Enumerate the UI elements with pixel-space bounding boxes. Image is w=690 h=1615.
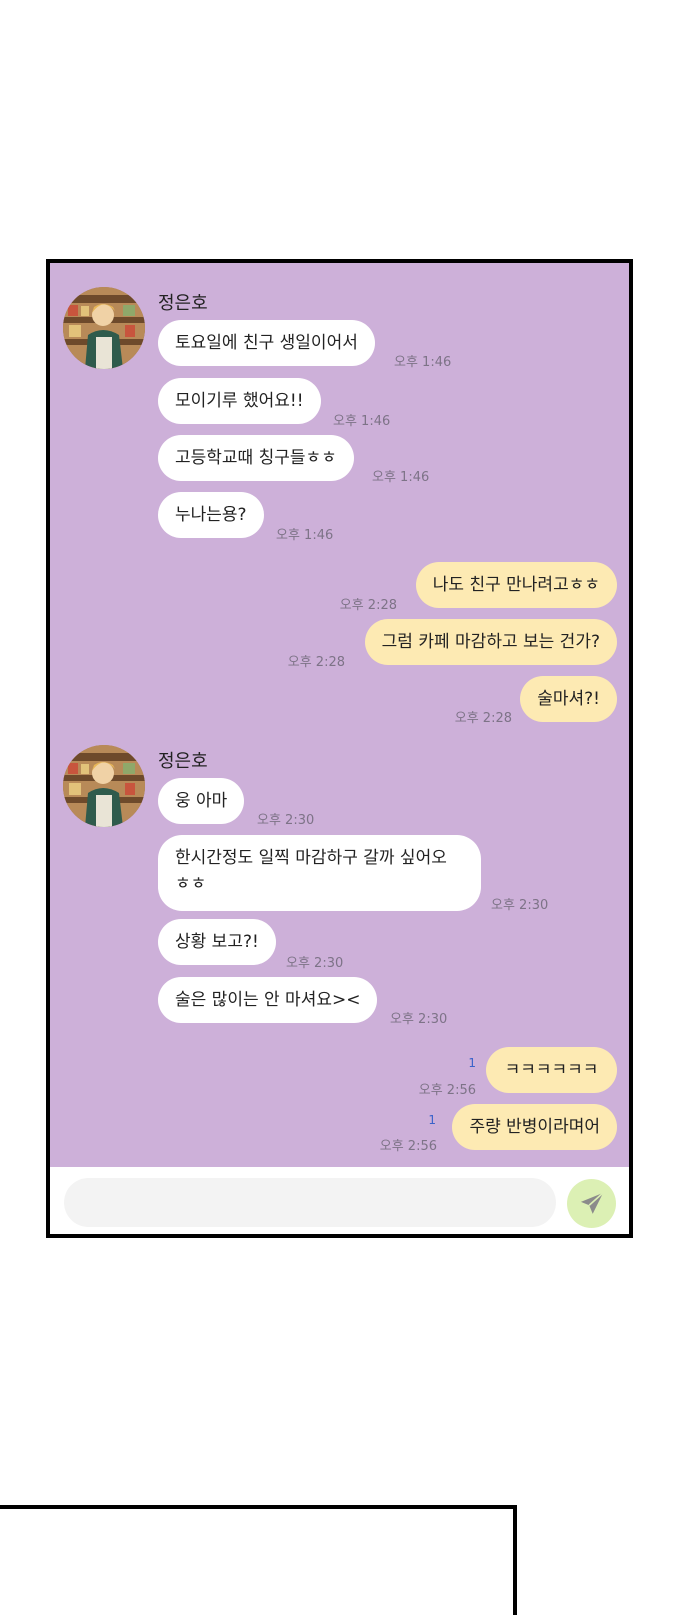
avatar-image (63, 745, 145, 827)
message-time: 오후 2:30 (286, 956, 344, 971)
next-comic-panel (0, 1505, 517, 1615)
contact-avatar[interactable] (63, 745, 145, 827)
unread-count: 1 (428, 1113, 436, 1127)
send-button[interactable] (567, 1179, 616, 1228)
my-message-bubble[interactable]: 술마셔?! (520, 676, 617, 722)
message-time: 오후 2:28 (454, 711, 512, 726)
message-bubble[interactable]: 술은 많이는 안 마셔요>< (158, 977, 378, 1023)
message-time: 오후 2:30 (390, 1012, 448, 1027)
message-time: 오후 1:46 (276, 528, 334, 543)
message-bubble[interactable]: 상황 보고?! (158, 919, 276, 965)
message-input-bar (50, 1167, 629, 1234)
chat-window: 정은호 토요일에 친구 생일이어서 오후 1:46 모이기루 했어요!! 오후 … (46, 259, 633, 1238)
message-time: 오후 2:56 (418, 1083, 476, 1098)
message-time: 오후 1:46 (333, 414, 391, 429)
message-time: 오후 1:46 (394, 355, 452, 370)
my-message-bubble[interactable]: ㅋㅋㅋㅋㅋㅋ (486, 1047, 617, 1093)
message-time: 오후 2:30 (491, 898, 549, 913)
contact-avatar[interactable] (63, 287, 145, 369)
sender-name: 정은호 (158, 293, 208, 314)
message-bubble[interactable]: 웅 아마 (158, 778, 245, 824)
message-bubble[interactable]: 누나는용? (158, 492, 264, 538)
sender-name: 정은호 (158, 751, 208, 772)
my-message-bubble[interactable]: 나도 친구 만나려고ㅎㅎ (415, 562, 617, 608)
message-time: 오후 2:28 (287, 655, 345, 670)
send-icon (580, 1191, 604, 1214)
my-message-bubble[interactable]: 주량 반병이라며어 (452, 1104, 617, 1150)
unread-count: 1 (468, 1056, 476, 1070)
message-input[interactable] (64, 1178, 556, 1227)
avatar-image (63, 287, 145, 369)
message-list[interactable]: 정은호 토요일에 친구 생일이어서 오후 1:46 모이기루 했어요!! 오후 … (50, 263, 629, 1167)
message-bubble[interactable]: 모이기루 했어요!! (158, 378, 321, 424)
message-bubble[interactable]: 토요일에 친구 생일이어서 (158, 320, 375, 366)
message-time: 오후 2:56 (379, 1139, 437, 1154)
my-message-bubble[interactable]: 그럼 카페 마감하고 보는 건가? (364, 619, 617, 665)
message-time: 오후 2:28 (339, 598, 397, 613)
message-time: 오후 2:30 (257, 813, 315, 828)
message-bubble[interactable]: 고등학교때 칭구들ㅎㅎ (158, 435, 354, 481)
message-time: 오후 1:46 (372, 470, 430, 485)
message-bubble[interactable]: 한시간정도 일찍 마감하구 갈까 싶어오 ㅎㅎ (158, 835, 481, 911)
